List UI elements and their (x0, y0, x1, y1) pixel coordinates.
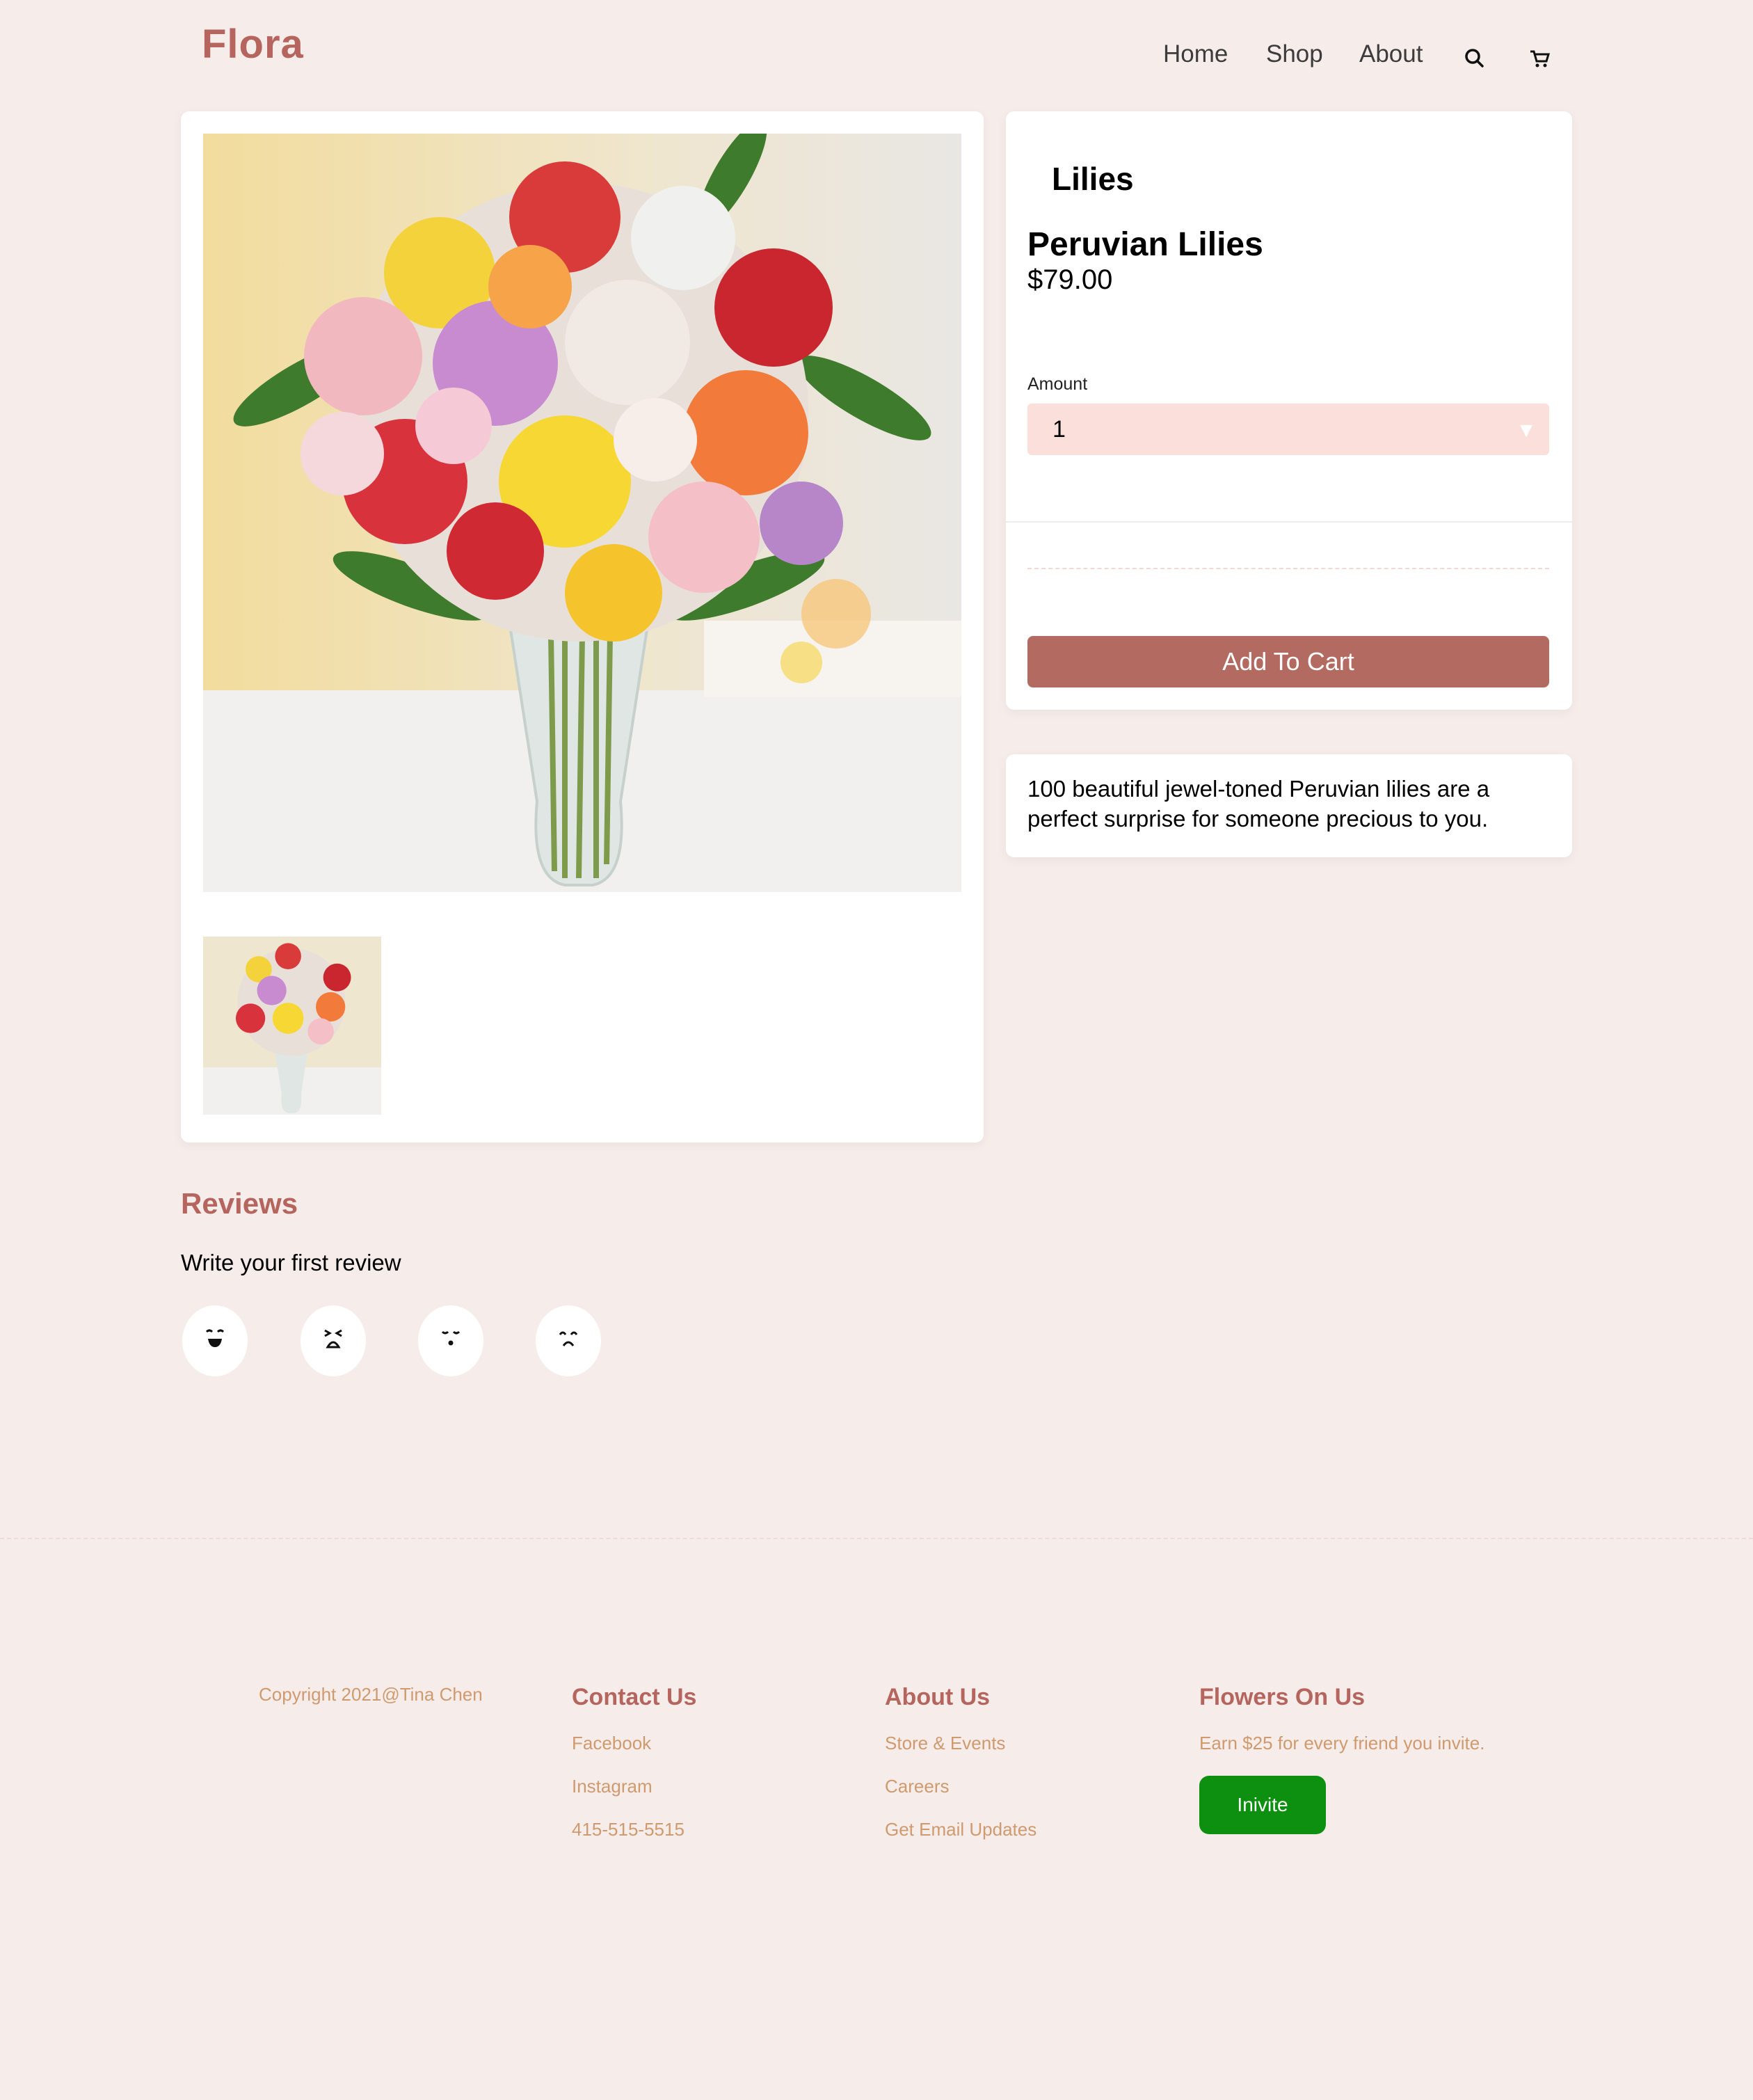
grinning-face-icon[interactable] (182, 1305, 248, 1376)
footer-link-instagram[interactable]: Instagram (572, 1776, 653, 1797)
chevron-down-icon: ▼ (1516, 419, 1537, 442)
product-thumbnail[interactable] (203, 937, 381, 1115)
nav-about[interactable]: About (1359, 40, 1423, 68)
add-to-cart-button[interactable]: Add To Cart (1027, 636, 1549, 687)
cart-icon[interactable] (1526, 45, 1554, 72)
product-category: Lilies (1052, 161, 1134, 197)
product-name: Peruvian Lilies (1027, 226, 1263, 263)
footer-link-careers[interactable]: Careers (885, 1776, 949, 1797)
nav-shop[interactable]: Shop (1266, 40, 1323, 68)
amount-select[interactable]: 1 ▼ (1027, 404, 1549, 455)
footer-link-email-updates[interactable]: Get Email Updates (885, 1819, 1036, 1840)
nav-home[interactable]: Home (1163, 40, 1228, 68)
footer-about-title: About Us (885, 1684, 991, 1710)
footer-link-phone[interactable]: 415-515-5515 (572, 1819, 685, 1840)
reviews-title: Reviews (181, 1187, 298, 1220)
dashed-divider (1027, 568, 1549, 569)
sad-face-icon[interactable] (536, 1305, 601, 1376)
reviews-subtitle: Write your first review (181, 1250, 401, 1275)
amount-label: Amount (1027, 374, 1088, 394)
footer-contact-title: Contact Us (572, 1684, 697, 1710)
product-photo (203, 134, 961, 892)
footer-divider (0, 1538, 1753, 1539)
invite-button[interactable]: Inivite (1199, 1776, 1326, 1834)
product-description: 100 beautiful jewel-toned Peruvian lilie… (1027, 776, 1490, 832)
copyright-text: Copyright 2021@Tina Chen (259, 1684, 483, 1705)
divider (1006, 521, 1572, 523)
footer-invite-text: Earn $25 for every friend you invite. (1199, 1733, 1485, 1753)
search-icon[interactable] (1461, 45, 1489, 72)
logo[interactable]: Flora (202, 21, 304, 67)
product-price: $79.00 (1027, 264, 1113, 295)
amount-value: 1 (1052, 416, 1066, 443)
footer-link-facebook[interactable]: Facebook (572, 1733, 651, 1754)
laughing-face-icon[interactable] (301, 1305, 366, 1376)
neutral-face-icon[interactable] (418, 1305, 483, 1376)
footer-link-store-events[interactable]: Store & Events (885, 1733, 1005, 1754)
footer-flowers-title: Flowers On Us (1199, 1684, 1366, 1710)
